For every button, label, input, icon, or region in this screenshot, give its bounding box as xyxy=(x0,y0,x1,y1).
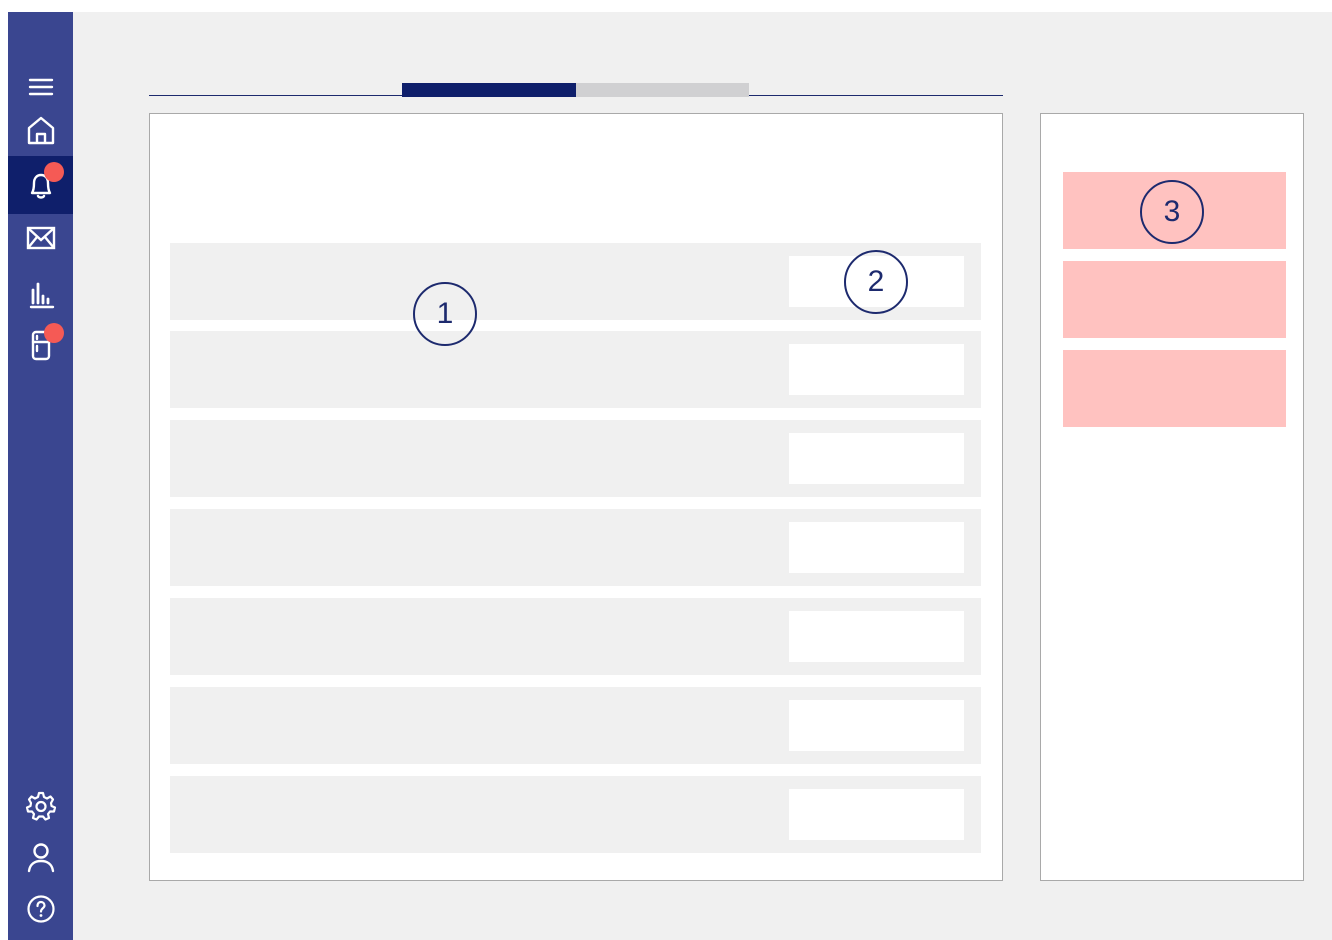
nav-item-settings[interactable] xyxy=(8,780,73,830)
alert-card[interactable] xyxy=(1063,350,1286,427)
home-icon xyxy=(27,116,54,145)
row-action-field[interactable] xyxy=(789,700,964,751)
help-icon xyxy=(26,895,55,923)
nav-item-help[interactable] xyxy=(8,884,73,934)
row-action-field[interactable] xyxy=(789,433,964,484)
row-action-field[interactable] xyxy=(789,611,964,662)
list-row[interactable] xyxy=(170,509,981,586)
list-row[interactable] xyxy=(170,420,981,497)
nav-item-mail[interactable] xyxy=(8,213,73,263)
list-row[interactable] xyxy=(170,687,981,764)
main-list-panel xyxy=(149,113,1003,881)
mail-icon xyxy=(26,226,55,250)
row-action-field[interactable] xyxy=(789,789,964,840)
gear-icon xyxy=(25,791,56,821)
callout-2: 2 xyxy=(844,250,908,314)
nav-item-fridge[interactable] xyxy=(8,320,73,370)
sidebar xyxy=(8,12,73,940)
nav-item-home[interactable] xyxy=(8,105,73,155)
user-icon xyxy=(27,843,54,873)
app-window: 1 2 3 xyxy=(0,0,1332,940)
list-row[interactable] xyxy=(170,776,981,853)
tab-2[interactable] xyxy=(576,83,749,97)
nav-item-analytics[interactable] xyxy=(8,270,73,320)
tab-1[interactable] xyxy=(402,83,576,97)
nav-item-profile[interactable] xyxy=(8,832,73,882)
bar-chart-icon xyxy=(29,282,54,309)
alert-card[interactable] xyxy=(1063,261,1286,338)
list-row[interactable] xyxy=(170,331,981,408)
callout-3: 3 xyxy=(1140,180,1204,244)
notification-badge xyxy=(44,323,64,343)
list-row[interactable] xyxy=(170,598,981,675)
menu-icon xyxy=(28,78,53,96)
notification-badge xyxy=(44,162,64,182)
row-action-field[interactable] xyxy=(789,344,964,395)
callout-1: 1 xyxy=(413,282,477,346)
nav-item-notifications[interactable] xyxy=(8,156,73,214)
row-action-field[interactable] xyxy=(789,522,964,573)
